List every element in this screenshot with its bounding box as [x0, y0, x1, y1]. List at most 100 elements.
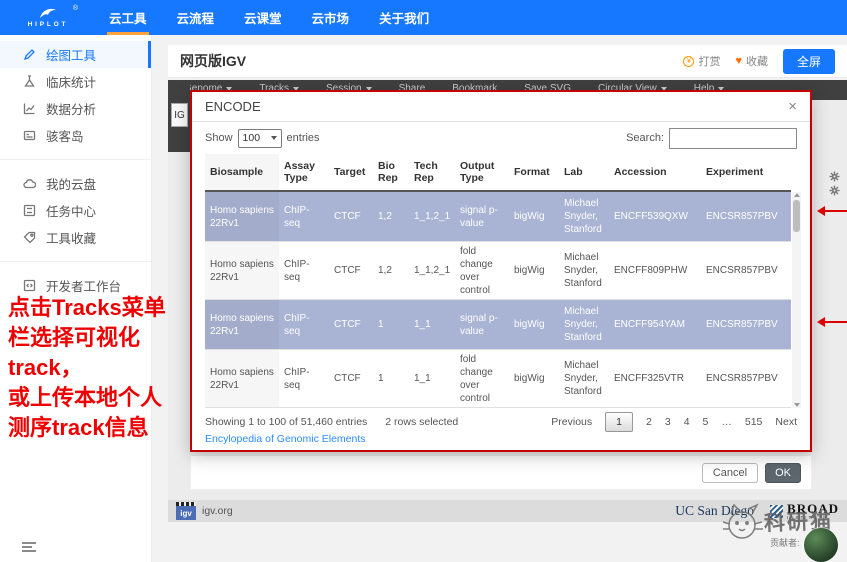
ucsd-logo[interactable]: UC San Diego: [675, 503, 754, 519]
column-header[interactable]: Assay Type: [279, 154, 329, 190]
table-cell: 1,2: [373, 192, 409, 241]
scrollbar-thumb[interactable]: [793, 200, 800, 232]
fullscreen-button[interactable]: 全屏: [783, 49, 835, 74]
table-cell: CTCF: [329, 242, 373, 299]
table-scrollbar[interactable]: [792, 192, 801, 408]
table-cell: signal p-value: [455, 300, 509, 349]
pen-icon: [22, 48, 36, 62]
annotation-text: 点击Tracks菜单栏选择可视化track，或上传本地个人测序track信息: [8, 293, 218, 443]
card-header: 网页版IGV ¥ 打赏 ♥ 收藏 全屏: [168, 45, 847, 78]
scroll-up-icon[interactable]: [794, 193, 800, 197]
table-cell: bigWig: [509, 300, 559, 349]
table-cell: Homo sapiens 22Rv1: [205, 192, 279, 241]
sidebar-divider: [0, 159, 151, 160]
table-cell: ENCFF954YAM: [609, 300, 701, 349]
favorite-button[interactable]: ♥ 收藏: [735, 53, 768, 69]
topnav: ® HIPLOT 云工具云流程云课堂云市场关于我们: [0, 0, 847, 35]
table-cell: bigWig: [509, 350, 559, 407]
sidebar-item[interactable]: 我的云盘: [0, 170, 151, 197]
annotation-line: 点击Tracks菜单: [8, 293, 218, 323]
reward-label: 打赏: [698, 53, 720, 69]
annotation-line: 或上传本地个人: [8, 383, 218, 413]
sidebar-item[interactable]: 临床统计: [0, 68, 151, 95]
page-button[interactable]: 2: [646, 416, 652, 428]
column-header[interactable]: Output Type: [455, 154, 509, 190]
show-label: Show: [205, 132, 233, 144]
table-row[interactable]: Homo sapiens 22Rv1ChIP-seqCTCF1,21_1,2_1…: [205, 242, 791, 300]
igv-locus-box[interactable]: IG: [171, 103, 188, 127]
sidebar-item[interactable]: 数据分析: [0, 95, 151, 122]
clinical-icon: [22, 75, 36, 89]
page-ellipsis: …: [721, 416, 732, 428]
entries-select[interactable]: 100: [238, 129, 282, 148]
sidebar-item[interactable]: 绘图工具: [0, 41, 151, 68]
column-header[interactable]: Lab: [559, 154, 609, 190]
collapse-sidebar-icon[interactable]: [22, 540, 36, 554]
tasks-icon: [22, 204, 36, 218]
topnav-item[interactable]: 云工具: [94, 0, 162, 35]
reward-button[interactable]: ¥ 打赏: [683, 53, 720, 69]
sidebar-item[interactable]: 工具收藏: [0, 224, 151, 251]
page-button[interactable]: 515: [745, 416, 763, 428]
sidebar-item-label: 任务中心: [46, 201, 96, 220]
next-button[interactable]: Next: [775, 416, 797, 428]
table-cell: 1,2: [373, 242, 409, 299]
sidebar-item[interactable]: 骇客岛: [0, 122, 151, 149]
cancel-button[interactable]: Cancel: [702, 463, 758, 483]
table-cell: bigWig: [509, 242, 559, 299]
topnav-item[interactable]: 关于我们: [364, 0, 444, 35]
table-row[interactable]: Homo sapiens 22Rv1ChIP-seqCTCF11_1signal…: [205, 300, 791, 350]
table-row[interactable]: Homo sapiens 22Rv1ChIP-seqCTCF1,21_1,2_1…: [205, 192, 791, 242]
table-cell: 1_1: [409, 350, 455, 407]
sidebar-item-label: 绘图工具: [46, 45, 96, 64]
column-header[interactable]: Accession: [609, 154, 701, 190]
topnav-item[interactable]: 云市场: [297, 0, 365, 35]
scroll-down-icon[interactable]: [794, 403, 800, 407]
column-header[interactable]: Tech Rep: [409, 154, 455, 190]
topnav-item[interactable]: 云课堂: [229, 0, 297, 35]
page-button[interactable]: 4: [684, 416, 690, 428]
ok-button[interactable]: OK: [765, 463, 801, 483]
avatar: [804, 528, 838, 562]
broad-logo[interactable]: BROAD INSTITUTE: [770, 502, 839, 520]
table-info-row: Showing 1 to 100 of 51,460 entries 2 row…: [205, 412, 797, 432]
column-header[interactable]: Target: [329, 154, 373, 190]
topnav-item[interactable]: 云流程: [162, 0, 230, 35]
table-row[interactable]: Homo sapiens 22Rv1ChIP-seqCTCF11_1fold c…: [205, 350, 791, 408]
hiplot-logo[interactable]: ® HIPLOT: [16, 7, 80, 28]
page-button[interactable]: 5: [703, 416, 709, 428]
igv-logo[interactable]: igv: [176, 502, 196, 520]
cloud-icon: [22, 177, 36, 191]
search-input[interactable]: [669, 128, 797, 149]
page-button[interactable]: 3: [665, 416, 671, 428]
table-cell: bigWig: [509, 192, 559, 241]
column-header[interactable]: Format: [509, 154, 559, 190]
registered-mark: ®: [73, 5, 78, 12]
track-gear-icon[interactable]: [829, 183, 840, 201]
column-header[interactable]: Bio Rep: [373, 154, 409, 190]
table-cell: ENCSR857PBV: [701, 242, 791, 299]
chevron-down-icon: [271, 136, 277, 140]
close-icon[interactable]: ×: [788, 99, 797, 114]
annotation-arrow-icon: [817, 206, 847, 216]
column-header[interactable]: Biosample: [205, 154, 279, 190]
table-cell: ChIP-seq: [279, 242, 329, 299]
previous-button[interactable]: Previous: [551, 416, 592, 428]
sidebar-item[interactable]: 任务中心: [0, 197, 151, 224]
sidebar-item-label: 工具收藏: [46, 228, 96, 247]
broad-name: BROAD: [787, 502, 839, 515]
table-cell: ENCSR857PBV: [701, 300, 791, 349]
rows-selected-info: 2 rows selected: [385, 416, 458, 428]
igv-site-link[interactable]: igv.org: [202, 505, 233, 517]
bird-logo-icon: [38, 7, 58, 20]
column-header[interactable]: Experiment: [701, 154, 791, 190]
annotation-line: 栏选择可视化: [8, 323, 218, 353]
table-cell: fold change over control: [455, 350, 509, 407]
screen: ® HIPLOT 云工具云流程云课堂云市场关于我们 绘图工具临床统计数据分析骇客…: [0, 0, 847, 562]
entries-label: entries: [287, 132, 320, 144]
page-button[interactable]: 1: [605, 412, 633, 432]
encode-link[interactable]: Encylopedia of Genomic Elements: [205, 433, 366, 445]
page-title: 网页版IGV: [180, 51, 683, 71]
table-cell: CTCF: [329, 192, 373, 241]
table-cell: fold change over control: [455, 242, 509, 299]
